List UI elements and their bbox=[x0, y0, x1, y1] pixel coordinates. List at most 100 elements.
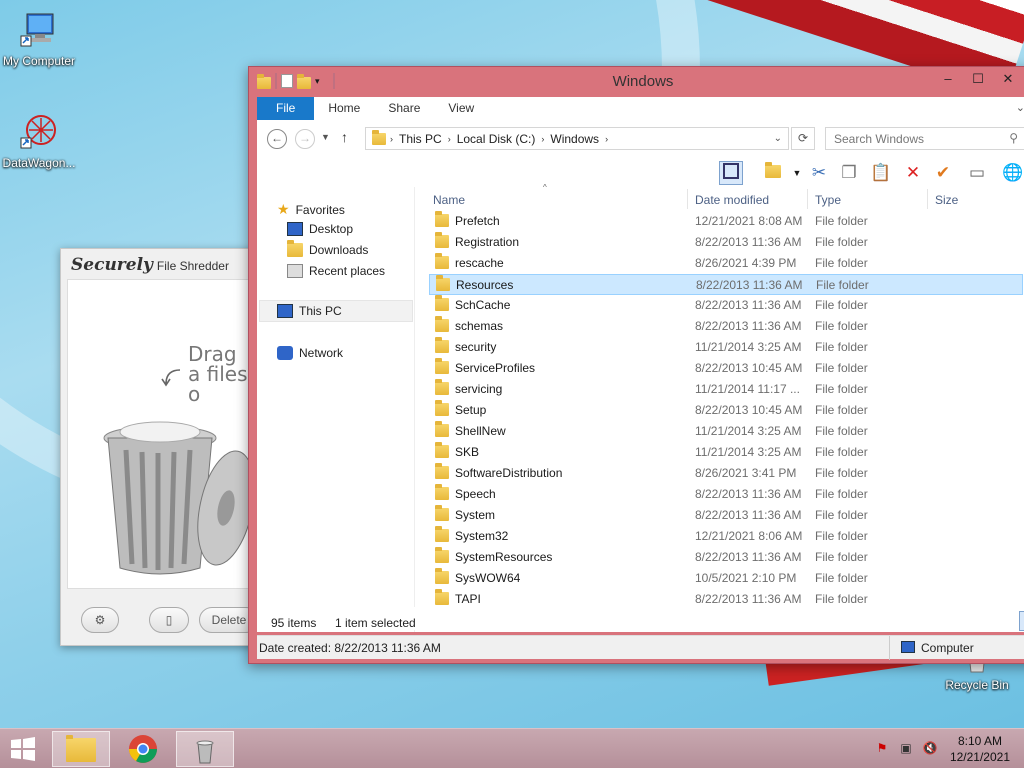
file-type: File folder bbox=[815, 550, 868, 564]
file-name: ShellNew bbox=[455, 424, 506, 438]
action-center-flag-icon[interactable]: ⚑ bbox=[874, 741, 890, 757]
file-type: File folder bbox=[815, 571, 868, 585]
taskbar-explorer[interactable] bbox=[52, 731, 110, 767]
file-row[interactable]: Registration 8/22/2013 11:36 AM File folde… bbox=[429, 232, 1023, 253]
recent-locations-icon[interactable]: ▼ bbox=[321, 132, 330, 142]
taskbar-file-shredder[interactable] bbox=[176, 731, 234, 767]
tab-share[interactable]: Share bbox=[374, 97, 434, 120]
file-row[interactable]: SysWOW64 10/5/2021 2:10 PM File folder bbox=[429, 568, 1023, 589]
folder-icon bbox=[372, 129, 386, 145]
nav-downloads[interactable]: Downloads bbox=[287, 240, 368, 257]
file-date-modified: 10/5/2021 2:10 PM bbox=[695, 571, 797, 585]
file-shredder-window[interactable]: Securely File Shredder Drag a files o ⚙ ▯… bbox=[60, 248, 260, 646]
tab-home[interactable]: Home bbox=[314, 97, 374, 120]
move-to-button[interactable] bbox=[761, 161, 785, 185]
file-type: File folder bbox=[815, 214, 868, 228]
desktop-icon-datawagon[interactable]: DataWagon... bbox=[0, 112, 78, 170]
desktop-icon-my-computer[interactable]: My Computer bbox=[0, 10, 78, 68]
search-input[interactable]: Search Windows ⚲ bbox=[825, 127, 1024, 150]
file-row[interactable]: rescache 8/26/2021 4:39 PM File folder bbox=[429, 253, 1023, 274]
file-type: File folder bbox=[815, 529, 868, 543]
start-button[interactable] bbox=[0, 731, 46, 767]
breadcrumb-local-disk[interactable]: Local Disk (C:) bbox=[451, 132, 542, 146]
file-row[interactable]: System 8/22/2013 11:36 AM File folder bbox=[429, 505, 1023, 526]
preview-pane-button[interactable] bbox=[719, 161, 743, 185]
taskbar-chrome[interactable] bbox=[114, 731, 172, 767]
file-row[interactable]: SchCache 8/22/2013 11:36 AM File folder bbox=[429, 295, 1023, 316]
nav-this-pc[interactable]: This PC bbox=[277, 304, 342, 318]
explorer-window[interactable]: ▾ Windows – ☐ ✕ File Home Share View ⌄ ←… bbox=[248, 66, 1024, 664]
file-name: Speech bbox=[455, 487, 496, 501]
minimize-button[interactable]: – bbox=[933, 69, 963, 89]
network-status-icon[interactable]: ▣ bbox=[898, 741, 914, 757]
file-row[interactable]: SKB 11/21/2014 3:25 AM File folder bbox=[429, 442, 1023, 463]
close-button[interactable]: ✕ bbox=[993, 69, 1023, 89]
file-row[interactable]: servicing 11/21/2014 11:17 ... File folder bbox=[429, 379, 1023, 400]
cut-button[interactable]: ✂ bbox=[807, 161, 831, 185]
nav-recent-places[interactable]: Recent places bbox=[287, 264, 385, 278]
shredder-title: Securely File Shredder bbox=[61, 249, 259, 277]
file-date-modified: 8/26/2021 4:39 PM bbox=[695, 256, 797, 270]
up-button[interactable]: ↑ bbox=[341, 129, 348, 145]
file-row[interactable]: Speech 8/22/2013 11:36 AM File folder bbox=[429, 484, 1023, 505]
system-clock[interactable]: 8:10 AM 12/21/2021 bbox=[950, 733, 1010, 765]
file-type: File folder bbox=[815, 508, 868, 522]
file-type: File folder bbox=[815, 592, 868, 606]
column-type[interactable]: Type bbox=[815, 193, 841, 207]
scissors-icon: ✂ bbox=[811, 163, 827, 182]
column-size[interactable]: Size bbox=[935, 193, 958, 207]
file-row[interactable]: Prefetch 12/21/2021 8:08 AM File folder bbox=[429, 211, 1023, 232]
folder-check-icon bbox=[765, 162, 781, 178]
file-name: System bbox=[455, 508, 496, 522]
file-date-modified: 12/21/2021 8:08 AM bbox=[695, 214, 803, 228]
properties-button[interactable]: ▭ bbox=[965, 161, 989, 185]
move-dropdown-icon[interactable]: ▼ bbox=[785, 161, 809, 185]
navigation-pane: ★ Favorites Desktop Downloads Recent pla… bbox=[257, 187, 415, 632]
back-button[interactable]: ← bbox=[267, 129, 287, 149]
taskbar: ⚑ ▣ 🔇 8:10 AM 12/21/2021 bbox=[0, 728, 1024, 768]
bin-button[interactable]: ▯ bbox=[149, 607, 189, 633]
folder-icon bbox=[435, 484, 449, 500]
file-name: SchCache bbox=[455, 298, 511, 312]
file-row[interactable]: SystemResources 8/22/2013 11:36 AM File fo… bbox=[429, 547, 1023, 568]
network-globe-button[interactable]: 🌐 bbox=[1001, 161, 1024, 185]
shredder-drop-area[interactable]: Drag a files o bbox=[67, 279, 255, 589]
tab-view[interactable]: View bbox=[434, 97, 488, 120]
column-date-modified[interactable]: Date modified bbox=[695, 193, 769, 207]
breadcrumb-windows[interactable]: Windows bbox=[544, 132, 605, 146]
file-row[interactable]: Setup 8/22/2013 10:45 AM File folder bbox=[429, 400, 1023, 421]
paste-button[interactable]: 📋 bbox=[869, 161, 893, 185]
breadcrumb-this-pc[interactable]: This PC bbox=[393, 132, 448, 146]
tab-file[interactable]: File bbox=[257, 97, 315, 120]
rename-button[interactable]: ✔ bbox=[931, 161, 955, 185]
maximize-button[interactable]: ☐ bbox=[963, 69, 993, 89]
folder-icon bbox=[435, 358, 449, 374]
explorer-titlebar[interactable]: ▾ Windows – ☐ ✕ bbox=[249, 67, 1024, 97]
speaker-muted-icon[interactable]: 🔇 bbox=[922, 741, 938, 757]
nav-network[interactable]: Network bbox=[277, 346, 343, 360]
file-row[interactable]: ServiceProfiles 8/22/2013 10:45 AM File fo… bbox=[429, 358, 1023, 379]
file-row[interactable]: SoftwareDistribution 8/26/2021 3:41 PM Fil… bbox=[429, 463, 1023, 484]
curved-arrow-icon bbox=[161, 369, 181, 387]
file-row[interactable]: security 11/21/2014 3:25 AM File folder bbox=[429, 337, 1023, 358]
file-row[interactable]: System32 12/21/2021 8:06 AM File folder bbox=[429, 526, 1023, 547]
delete-toolbar-button[interactable]: ✕ bbox=[901, 161, 925, 185]
address-dropdown-icon[interactable]: ⌄ bbox=[774, 133, 782, 144]
file-row[interactable]: schemas 8/22/2013 11:36 AM File folder bbox=[429, 316, 1023, 337]
folder-icon bbox=[435, 526, 449, 542]
column-name[interactable]: Name bbox=[433, 193, 465, 207]
copy-button[interactable]: ❐ bbox=[837, 161, 861, 185]
file-name: rescache bbox=[455, 256, 504, 270]
details-view-button[interactable]: ☷ bbox=[1019, 611, 1024, 631]
refresh-button[interactable]: ⟳ bbox=[791, 127, 815, 150]
nav-desktop[interactable]: Desktop bbox=[287, 222, 353, 236]
nav-favorites[interactable]: ★ Favorites bbox=[277, 201, 345, 218]
settings-button[interactable]: ⚙ bbox=[81, 607, 119, 633]
file-row[interactable]: Resources 8/22/2013 11:36 AM File folder bbox=[429, 274, 1023, 295]
file-name: TAPI bbox=[455, 592, 481, 606]
file-row[interactable]: ShellNew 11/21/2014 3:25 AM File folder bbox=[429, 421, 1023, 442]
forward-button[interactable]: → bbox=[295, 129, 315, 149]
address-bar[interactable]: › This PC › Local Disk (C:) › Windows › … bbox=[365, 127, 789, 150]
ribbon-expand-icon[interactable]: ⌄ bbox=[1016, 101, 1024, 114]
gear-icon: ⚙ bbox=[94, 613, 106, 627]
